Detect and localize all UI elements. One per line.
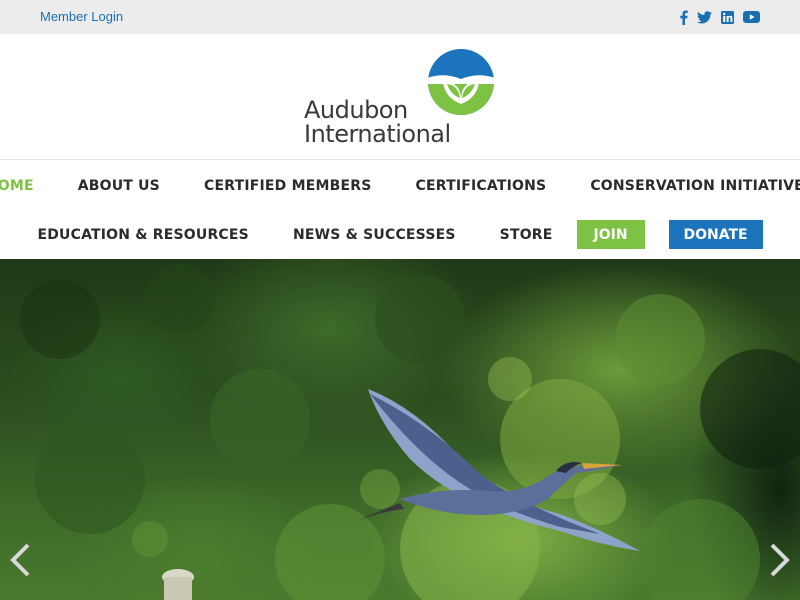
nav-store[interactable]: STORE <box>500 227 553 243</box>
hero-image <box>20 264 800 600</box>
member-login-link[interactable]: Member Login <box>40 9 123 24</box>
nav-conservation-initiatives[interactable]: CONSERVATION INITIATIVES <box>590 178 800 194</box>
join-button[interactable]: JOIN <box>576 220 645 249</box>
social-links <box>679 9 760 25</box>
nav-education-resources[interactable]: EDUCATION & RESOURCES <box>37 227 249 243</box>
nav-certified-members[interactable]: CERTIFIED MEMBERS <box>204 178 372 194</box>
slider-next-chevron-right-icon[interactable] <box>768 543 792 577</box>
nav-row-1: HOME ABOUT US CERTIFIED MEMBERS CERTIFIC… <box>0 175 800 197</box>
youtube-icon[interactable] <box>743 9 760 25</box>
nav-news-successes[interactable]: NEWS & SUCCESSES <box>293 227 456 243</box>
utility-bar: Member Login <box>0 0 800 34</box>
nav-row-2: EDUCATION & RESOURCES NEWS & SUCCESSES S… <box>0 220 800 249</box>
nav-home[interactable]: HOME <box>0 178 34 194</box>
nav-certifications[interactable]: CERTIFICATIONS <box>416 178 547 194</box>
logo-line-2: International <box>304 120 451 148</box>
hero-slider <box>0 259 800 600</box>
site-header: Audubon International <box>0 34 800 160</box>
facebook-icon[interactable] <box>679 9 688 25</box>
donate-button[interactable]: DONATE <box>668 220 763 249</box>
logo-line-1: Audubon <box>304 96 408 124</box>
twitter-icon[interactable] <box>697 9 712 25</box>
site-logo[interactable]: Audubon International <box>304 48 500 148</box>
main-navigation: HOME ABOUT US CERTIFIED MEMBERS CERTIFIC… <box>0 161 800 259</box>
logo-wordmark: Audubon International <box>304 98 451 146</box>
nav-about-us[interactable]: ABOUT US <box>78 178 160 194</box>
slider-prev-chevron-left-icon[interactable] <box>8 543 32 577</box>
linkedin-icon[interactable] <box>721 9 734 25</box>
